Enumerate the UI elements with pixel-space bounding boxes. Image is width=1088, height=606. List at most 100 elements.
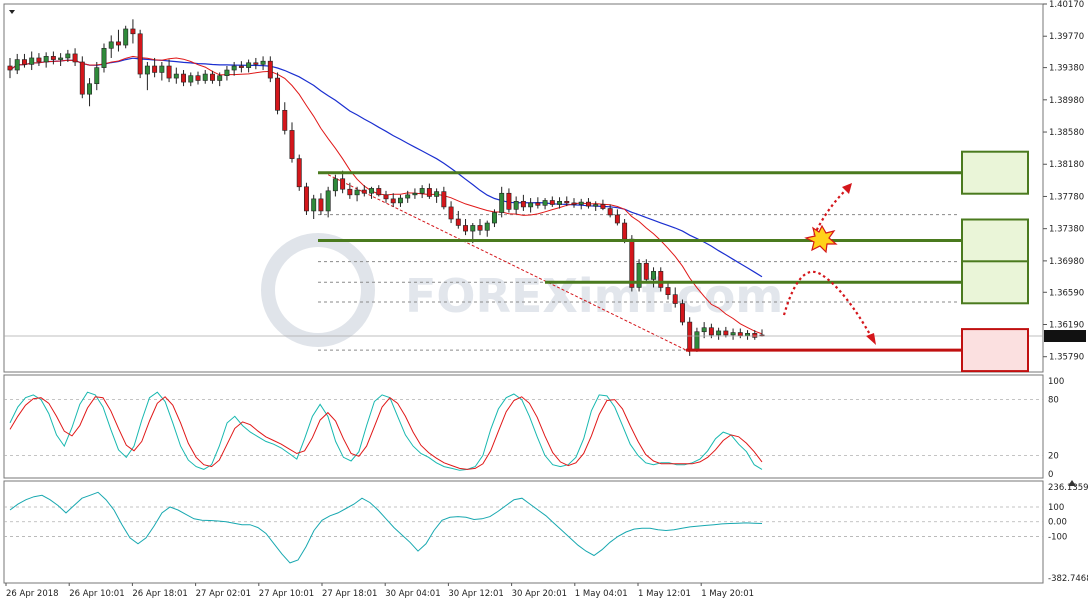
price-tick-label: 1.40170: [1049, 0, 1084, 10]
candle-body: [376, 188, 382, 196]
candle-body: [484, 222, 490, 231]
candle-body: [643, 262, 649, 280]
candle-body: [578, 201, 584, 205]
time-tick-label: 27 Apr 10:01: [259, 589, 314, 599]
stochastic-tick-label: 0: [1048, 470, 1053, 480]
candle-body: [665, 287, 671, 295]
candle-body: [115, 41, 121, 46]
price-tick-label: 1.38180: [1049, 160, 1084, 170]
candle-body: [318, 198, 324, 212]
candle-body: [448, 206, 454, 220]
price-tick-label: 1.36590: [1049, 288, 1084, 298]
candle-body: [477, 225, 483, 231]
cci-tick-label: -382.7468: [1048, 574, 1088, 584]
candle-body: [441, 191, 447, 208]
candle-body: [166, 65, 172, 79]
candle-body: [260, 60, 266, 65]
candle-body: [137, 33, 143, 75]
candle-body: [188, 75, 194, 83]
candle-body: [195, 75, 201, 81]
price-tick-label: 1.38580: [1049, 128, 1084, 138]
candle-body: [369, 188, 375, 194]
candle-body: [303, 186, 309, 212]
candle-body: [614, 214, 620, 224]
candle-body: [101, 47, 107, 68]
candle-body: [679, 303, 685, 323]
candle-body: [282, 109, 288, 131]
price-tick-label: 1.36980: [1049, 257, 1084, 267]
candle-body: [499, 192, 505, 213]
candle-body: [397, 197, 403, 204]
candle-body: [21, 59, 27, 65]
price-tick-label: 1.37780: [1049, 192, 1084, 202]
candle-body: [296, 158, 302, 188]
candle-body: [159, 65, 165, 73]
candle-body: [506, 192, 512, 210]
stochastic-tick-label: 80: [1048, 396, 1059, 406]
level-1-38075-box: [961, 150, 1029, 195]
candle-body: [79, 61, 85, 95]
candle-body: [383, 194, 389, 200]
candle-body: [65, 53, 71, 59]
candle-body: [231, 65, 237, 71]
candle-body: [267, 60, 273, 79]
candle-body: [181, 73, 187, 83]
candle-body: [622, 222, 628, 240]
cci-tick-label: 236.1359: [1048, 483, 1088, 493]
candle-body: [564, 200, 570, 204]
level-1-36714-box: [961, 260, 1029, 305]
candle-body: [658, 271, 664, 288]
price-tick-label: 1.39380: [1049, 64, 1084, 74]
time-tick-label: 1 May 20:01: [701, 589, 754, 599]
candle-body: [434, 191, 440, 197]
level-1-37233-box: [961, 218, 1029, 263]
candle-body: [651, 271, 657, 280]
time-tick-label: 30 Apr 12:01: [448, 589, 503, 599]
candle-body: [737, 332, 743, 337]
price-tick-label: 1.38980: [1049, 96, 1084, 106]
candle-body: [470, 225, 476, 232]
price-tick-label: 1.39770: [1049, 32, 1084, 42]
candle-body: [224, 69, 230, 76]
candle-body: [513, 200, 519, 210]
candle-body: [94, 67, 100, 85]
candle-body: [217, 75, 223, 81]
candle-body: [723, 330, 729, 336]
candle-body: [607, 208, 613, 216]
cci-tick-label: 0.00: [1048, 518, 1067, 528]
candle-body: [390, 198, 396, 204]
candle-body: [29, 57, 35, 65]
time-tick-label: 27 Apr 02:01: [196, 589, 251, 599]
level-1-35872-box: [961, 328, 1029, 373]
candle-body: [289, 130, 295, 159]
candle-body: [528, 202, 534, 208]
time-tick-label: 26 Apr 10:01: [69, 589, 124, 599]
candle-body: [311, 198, 317, 212]
candle-body: [463, 225, 469, 232]
candle-body: [600, 204, 606, 209]
cci-tick-label: -100: [1048, 532, 1067, 542]
candle-body: [50, 56, 56, 60]
candle-body: [730, 332, 736, 336]
candle-body: [36, 57, 42, 63]
candle-body: [130, 28, 136, 35]
candle-body: [202, 73, 208, 81]
candle-body: [209, 73, 215, 81]
candle-body: [752, 333, 758, 338]
price-tick-label: 1.35790: [1049, 353, 1084, 363]
candle-body: [361, 189, 367, 194]
price-chart-svg: FOREXimf.com1.401701.397701.393801.38980…: [3, 0, 1088, 599]
candle-body: [520, 200, 526, 208]
stochastic-panel-frame: [3, 374, 1044, 479]
cci-tick-label: 100: [1048, 503, 1064, 513]
candle-body: [557, 200, 563, 205]
time-tick-label: 30 Apr 04:01: [385, 589, 440, 599]
candle-body: [405, 194, 411, 199]
candle-body: [491, 212, 497, 224]
time-tick-label: 26 Apr 2018: [6, 589, 59, 599]
candle-body: [43, 56, 49, 63]
price-tick-label: 1.37380: [1049, 225, 1084, 235]
candle-body: [694, 331, 700, 350]
candle-body: [152, 65, 158, 73]
candle-body: [571, 202, 577, 205]
